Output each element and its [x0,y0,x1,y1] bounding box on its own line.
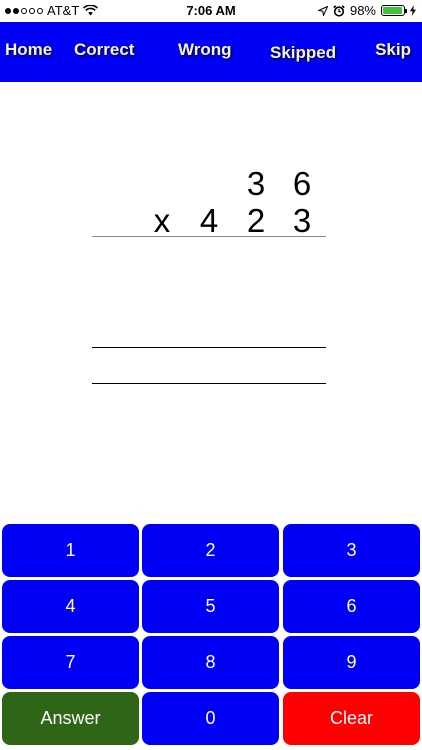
charging-bolt-icon [410,5,416,16]
battery-fill [383,7,403,14]
key-2-button[interactable]: 2 [142,524,279,577]
key-0-button[interactable]: 0 [142,692,279,745]
key-5-button[interactable]: 5 [142,580,279,633]
answer-button[interactable]: Answer [2,692,139,745]
alarm-clock-icon [333,4,345,17]
nav-bar: Home Correct Wrong Skipped Skip [0,22,422,82]
multiplicand-digit: 6 [292,165,312,202]
status-right: 98% [317,3,416,18]
key-1-button[interactable]: 1 [2,524,139,577]
multiply-operator: x [153,202,171,239]
home-button[interactable]: Home [5,40,52,60]
multiplier-digit: 2 [246,202,266,239]
clear-button[interactable]: Clear [283,692,420,745]
battery-percentage: 98% [349,3,376,18]
skipped-counter-label: Skipped [270,43,337,62]
status-bar: AT&T 7:06 AM 98% [0,0,422,22]
key-8-button[interactable]: 8 [142,636,279,689]
battery-icon [381,5,407,16]
multiplier-digit: 3 [292,202,312,239]
partial-product-line [92,347,326,348]
multiplier-digit: 4 [199,202,219,239]
problem-divider-line [92,236,326,237]
key-6-button[interactable]: 6 [283,580,420,633]
correct-counter-label: Correct [74,40,135,59]
wrong-counter-label: Wrong [178,40,232,59]
key-9-button[interactable]: 9 [283,636,420,689]
key-4-button[interactable]: 4 [2,580,139,633]
answer-line [92,383,326,384]
location-arrow-icon [317,5,328,16]
key-7-button[interactable]: 7 [2,636,139,689]
skip-button[interactable]: Skip [375,40,411,60]
multiplicand-digit: 3 [246,165,266,202]
key-3-button[interactable]: 3 [283,524,420,577]
